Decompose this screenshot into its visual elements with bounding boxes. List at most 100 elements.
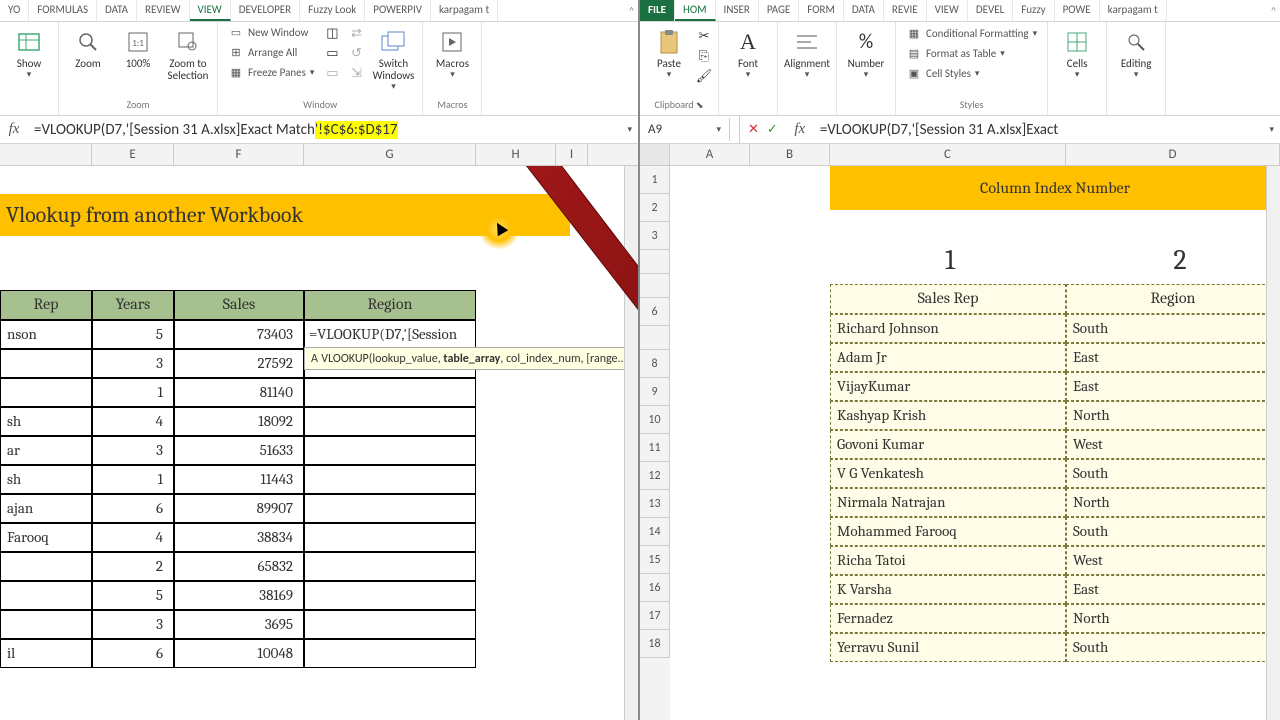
rowh[interactable]: 8 xyxy=(640,350,670,378)
tab-view[interactable]: VIEW xyxy=(927,0,968,21)
rowh[interactable]: 1 xyxy=(640,166,670,194)
rowh[interactable]: 9 xyxy=(640,378,670,406)
cell-region[interactable] xyxy=(304,407,476,436)
tab-fuzzy[interactable]: Fuzzy xyxy=(1013,0,1054,21)
rcell[interactable]: West xyxy=(1066,430,1280,459)
tab-powe[interactable]: POWE xyxy=(1055,0,1100,21)
rcell[interactable]: North xyxy=(1066,401,1280,430)
tab-devel[interactable]: DEVEL xyxy=(968,0,1013,21)
rcell[interactable]: Richa Tatoi xyxy=(830,546,1066,575)
cell[interactable]: 3695 xyxy=(174,610,304,639)
cell[interactable] xyxy=(0,610,92,639)
left-grid[interactable]: Vlookup from another Workbook RepYearsSa… xyxy=(0,166,638,720)
cell[interactable]: 4 xyxy=(92,407,174,436)
rcell[interactable]: West xyxy=(1066,546,1280,575)
formula-input-right[interactable]: =VLOOKUP(D7,'[Session 31 A.xlsx]Exact xyxy=(814,117,1264,143)
right-grid[interactable]: 123689101112131415161718 Column Index Nu… xyxy=(640,166,1280,720)
formatpainter-icon[interactable]: 🖌 xyxy=(696,68,712,84)
namebox[interactable]: A9▾ xyxy=(640,118,730,141)
cancel-icon[interactable]: ✕ xyxy=(748,122,759,137)
col-H[interactable]: H xyxy=(476,144,556,165)
paste-button[interactable]: Paste▾ xyxy=(646,24,692,84)
col-I[interactable]: I xyxy=(556,144,588,165)
col-C[interactable]: C xyxy=(830,144,1066,165)
editing-button[interactable]: Editing▾ xyxy=(1113,24,1159,84)
cell-region[interactable] xyxy=(304,494,476,523)
cell[interactable]: 1 xyxy=(92,465,174,494)
cell[interactable]: ar xyxy=(0,436,92,465)
rcell[interactable]: South xyxy=(1066,633,1280,662)
selectall-corner[interactable] xyxy=(640,144,670,165)
rowh[interactable]: 12 xyxy=(640,462,670,490)
rowh[interactable] xyxy=(640,274,670,298)
rcell[interactable]: South xyxy=(1066,517,1280,546)
fx-icon[interactable]: fx xyxy=(0,121,28,138)
cells-button[interactable]: Cells▾ xyxy=(1054,24,1100,84)
col-B[interactable]: B xyxy=(750,144,830,165)
rcell[interactable]: VijayKumar xyxy=(830,372,1066,401)
rcell[interactable]: South xyxy=(1066,459,1280,488)
cell[interactable]: 3 xyxy=(92,610,174,639)
arrangeall-button[interactable]: ⊞Arrange All xyxy=(224,44,318,62)
col-D[interactable]: D xyxy=(1066,144,1280,165)
cell[interactable]: il xyxy=(0,639,92,668)
rowh[interactable]: 3 xyxy=(640,222,670,250)
cell[interactable] xyxy=(0,349,92,378)
tab-view[interactable]: VIEW xyxy=(190,0,231,21)
rcell[interactable]: North xyxy=(1066,604,1280,633)
cell[interactable]: 4 xyxy=(92,523,174,552)
rowh[interactable] xyxy=(640,326,670,350)
rowh[interactable]: 13 xyxy=(640,490,670,518)
cell[interactable]: ajan xyxy=(0,494,92,523)
rcell[interactable]: East xyxy=(1066,372,1280,401)
cell-region[interactable] xyxy=(304,378,476,407)
cell[interactable]: 2 xyxy=(92,552,174,581)
cell[interactable]: sh xyxy=(0,465,92,494)
rowh[interactable]: 6 xyxy=(640,298,670,326)
tab-file[interactable]: FILE xyxy=(640,0,675,21)
alignment-button[interactable]: Alignment▾ xyxy=(784,24,830,84)
rowh[interactable]: 14 xyxy=(640,518,670,546)
rowh[interactable]: 11 xyxy=(640,434,670,462)
rcell[interactable]: K Varsha xyxy=(830,575,1066,604)
font-button[interactable]: AFont▾ xyxy=(725,24,771,84)
cell[interactable]: 65832 xyxy=(174,552,304,581)
rcell[interactable]: Adam Jr xyxy=(830,343,1066,372)
cell[interactable]: 51633 xyxy=(174,436,304,465)
cell[interactable]: 18092 xyxy=(174,407,304,436)
tab-inser[interactable]: INSER xyxy=(716,0,759,21)
col-E[interactable]: E xyxy=(92,144,174,165)
tab-fuzzy look[interactable]: Fuzzy Look xyxy=(300,0,365,21)
cell[interactable] xyxy=(0,581,92,610)
rcell[interactable]: Nirmala Natrajan xyxy=(830,488,1066,517)
rowh[interactable]: 10 xyxy=(640,406,670,434)
zoom-button[interactable]: Zoom xyxy=(65,24,111,74)
rcell[interactable]: North xyxy=(1066,488,1280,517)
rowh[interactable]: 2 xyxy=(640,194,670,222)
cell[interactable]: sh xyxy=(0,407,92,436)
freeze-button[interactable]: ▦Freeze Panes▾ xyxy=(224,64,318,82)
cell-region[interactable] xyxy=(304,581,476,610)
cell-region[interactable] xyxy=(304,639,476,668)
newwindow-button[interactable]: ▭New Window xyxy=(224,24,318,42)
zoomsel-button[interactable]: Zoom to Selection xyxy=(165,24,211,86)
unhide-icon[interactable]: ▭ xyxy=(324,66,340,82)
tab-data[interactable]: DATA xyxy=(844,0,884,21)
rcell[interactable]: Richard Johnson xyxy=(830,314,1066,343)
tab-revie[interactable]: REVIE xyxy=(884,0,927,21)
cell[interactable]: 81140 xyxy=(174,378,304,407)
tab-karpagam t[interactable]: karpagam t xyxy=(1100,0,1167,21)
col-A[interactable]: A xyxy=(670,144,750,165)
tab-review[interactable]: REVIEW xyxy=(137,0,190,21)
cell[interactable]: 5 xyxy=(92,320,174,349)
cellstyles-button[interactable]: ▣Cell Styles▾ xyxy=(902,64,1041,82)
cell[interactable]: 3 xyxy=(92,349,174,378)
formula-input[interactable]: =VLOOKUP(D7,'[Session 31 A.xlsx]Exact Ma… xyxy=(28,117,621,143)
cell-region[interactable] xyxy=(304,436,476,465)
cell[interactable]: 38834 xyxy=(174,523,304,552)
tab-powerpiv[interactable]: POWERPIV xyxy=(365,0,431,21)
macros-button[interactable]: Macros▾ xyxy=(429,24,475,84)
tab-data[interactable]: DATA xyxy=(97,0,137,21)
cell[interactable]: 5 xyxy=(92,581,174,610)
rcell[interactable]: Fernadez xyxy=(830,604,1066,633)
